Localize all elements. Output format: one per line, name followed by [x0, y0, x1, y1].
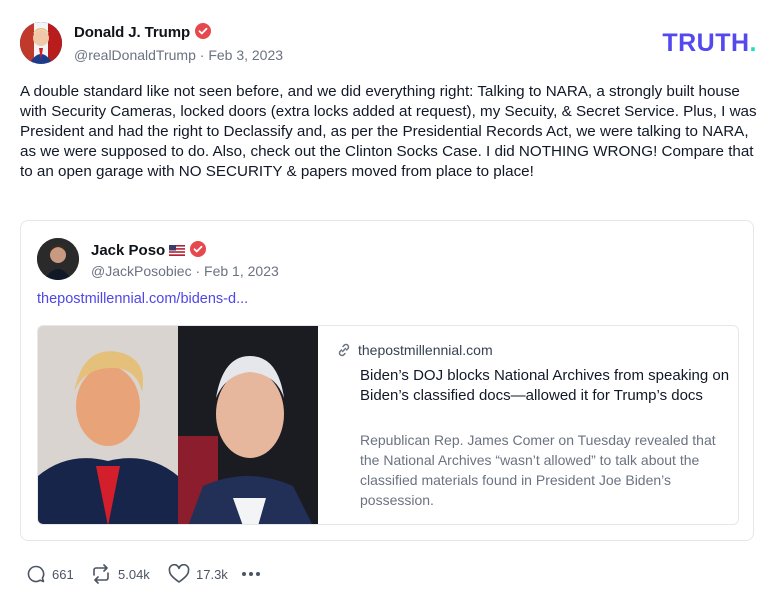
avatar-image [20, 22, 62, 64]
display-name[interactable]: Donald J. Trump [74, 23, 212, 41]
quote-date[interactable]: Feb 1, 2023 [204, 263, 279, 279]
reply-icon [27, 565, 45, 583]
quote-display-name[interactable]: Jack Poso [91, 241, 207, 259]
display-name-text: Donald J. Trump [74, 24, 191, 41]
more-button[interactable] [240, 562, 268, 586]
avatar[interactable] [20, 22, 62, 64]
post-header: Donald J. Trump @realDonaldTrump · Feb 3… [20, 20, 757, 66]
card-domain: thepostmillennial.com [358, 342, 493, 358]
quote-avatar[interactable] [37, 238, 79, 280]
card-title: Biden’s DOJ blocks National Archives fro… [360, 367, 730, 404]
more-icon [242, 572, 260, 576]
brand-dot: . [749, 29, 757, 57]
truth-logo[interactable]: TRUTH. [662, 29, 757, 58]
reply-button[interactable]: 661 [26, 562, 74, 586]
brand-name: TRUTH [662, 29, 750, 57]
retruth-icon [93, 564, 109, 584]
post-text: A double standard like not seen before, … [20, 83, 757, 180]
reply-count: 661 [52, 566, 74, 582]
like-icon [168, 564, 190, 583]
verified-badge-icon [195, 23, 212, 39]
us-flag-icon [169, 245, 186, 256]
quote-avatar-image [37, 238, 79, 280]
post-meta: @realDonaldTrump · Feb 3, 2023 [74, 47, 284, 63]
retruth-button[interactable]: 5.04k [90, 562, 150, 586]
quote-handle[interactable]: @JackPosobiec [91, 263, 192, 279]
card-description: Republican Rep. James Comer on Tuesday r… [360, 432, 716, 508]
handle[interactable]: @realDonaldTrump [74, 47, 196, 63]
link-icon [338, 343, 350, 357]
like-count: 17.3k [196, 566, 228, 582]
card-domain-row: thepostmillennial.com [336, 342, 493, 358]
retruth-count: 5.04k [118, 566, 150, 582]
link-preview-card[interactable]: thepostmillennial.com Biden’s DOJ blocks… [37, 325, 739, 525]
post-date[interactable]: Feb 3, 2023 [208, 47, 283, 63]
like-button[interactable]: 17.3k [168, 562, 228, 586]
verified-badge-icon [190, 241, 207, 257]
quote-display-name-text: Jack Poso [91, 242, 166, 259]
quote-link[interactable]: thepostmillennial.com/bidens-d... [37, 291, 248, 307]
preview-image [38, 326, 318, 524]
quoted-post[interactable]: Jack Poso @JackPosobiec · Feb 1, 2023 th… [20, 220, 754, 541]
quote-meta: @JackPosobiec · Feb 1, 2023 [91, 263, 279, 279]
